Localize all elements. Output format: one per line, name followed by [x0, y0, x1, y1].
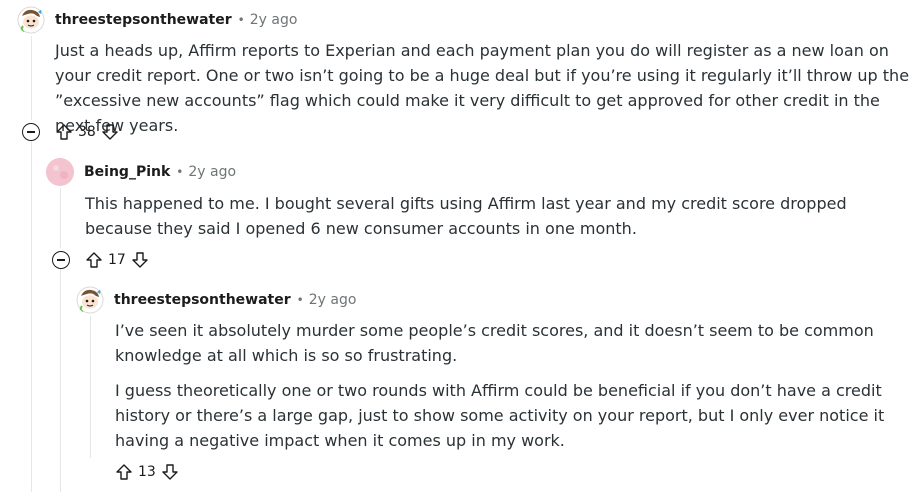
comment-actions: 17	[52, 250, 150, 270]
comment-paragraph: I’ve seen it absolutely murder some peop…	[115, 321, 874, 365]
thread-line[interactable]	[60, 268, 61, 492]
comment-header: threestepsonthewater • 2y ago	[76, 286, 356, 314]
downvote-icon[interactable]	[100, 122, 120, 142]
downvote-icon[interactable]	[130, 250, 150, 270]
comment-username[interactable]: Being_Pink	[84, 164, 170, 180]
comment-body: This happened to me. I bought several gi…	[85, 191, 905, 251]
thread-line[interactable]	[90, 316, 91, 458]
comment-meta: • 2y ago	[297, 292, 357, 308]
comment-paragraph: This happened to me. I bought several gi…	[85, 194, 847, 238]
meta-separator: •	[237, 13, 245, 27]
snoo-avatar-icon[interactable]	[17, 6, 45, 34]
comment-paragraph: Just a heads up, Affirm reports to Exper…	[55, 41, 910, 135]
comment-body: Just a heads up, Affirm reports to Exper…	[55, 38, 917, 148]
thread-line[interactable]	[60, 188, 61, 248]
comment-header: threestepsonthewater • 2y ago	[17, 6, 297, 34]
comment-body: I’ve seen it absolutely murder some peop…	[115, 318, 915, 463]
comment-meta: • 2y ago	[176, 164, 236, 180]
upvote-icon[interactable]	[114, 462, 134, 482]
comment-age[interactable]: 2y ago	[250, 12, 298, 28]
meta-separator: •	[176, 165, 184, 179]
comment-header: Being_Pink • 2y ago	[46, 158, 236, 186]
thread-line[interactable]	[31, 140, 32, 492]
comment-actions: 13	[114, 462, 180, 482]
collapse-thread-button[interactable]	[52, 251, 70, 269]
comment-meta: • 2y ago	[238, 12, 298, 28]
vote-score: 38	[78, 124, 96, 140]
snoo-avatar-icon[interactable]	[76, 286, 104, 314]
upvote-icon[interactable]	[54, 122, 74, 142]
comment-username[interactable]: threestepsonthewater	[55, 12, 232, 28]
upvote-icon[interactable]	[84, 250, 104, 270]
comment-actions: 38	[22, 122, 120, 142]
vote-score: 17	[108, 252, 126, 268]
downvote-icon[interactable]	[160, 462, 180, 482]
meta-separator: •	[296, 293, 304, 307]
comment-age[interactable]: 2y ago	[188, 164, 236, 180]
comment-age[interactable]: 2y ago	[309, 292, 357, 308]
comment-paragraph: I guess theoretically one or two rounds …	[115, 381, 885, 450]
comment-username[interactable]: threestepsonthewater	[114, 292, 291, 308]
collapse-thread-button[interactable]	[22, 123, 40, 141]
pink-avatar-icon[interactable]	[46, 158, 74, 186]
vote-score: 13	[138, 464, 156, 480]
thread-line[interactable]	[31, 36, 32, 120]
